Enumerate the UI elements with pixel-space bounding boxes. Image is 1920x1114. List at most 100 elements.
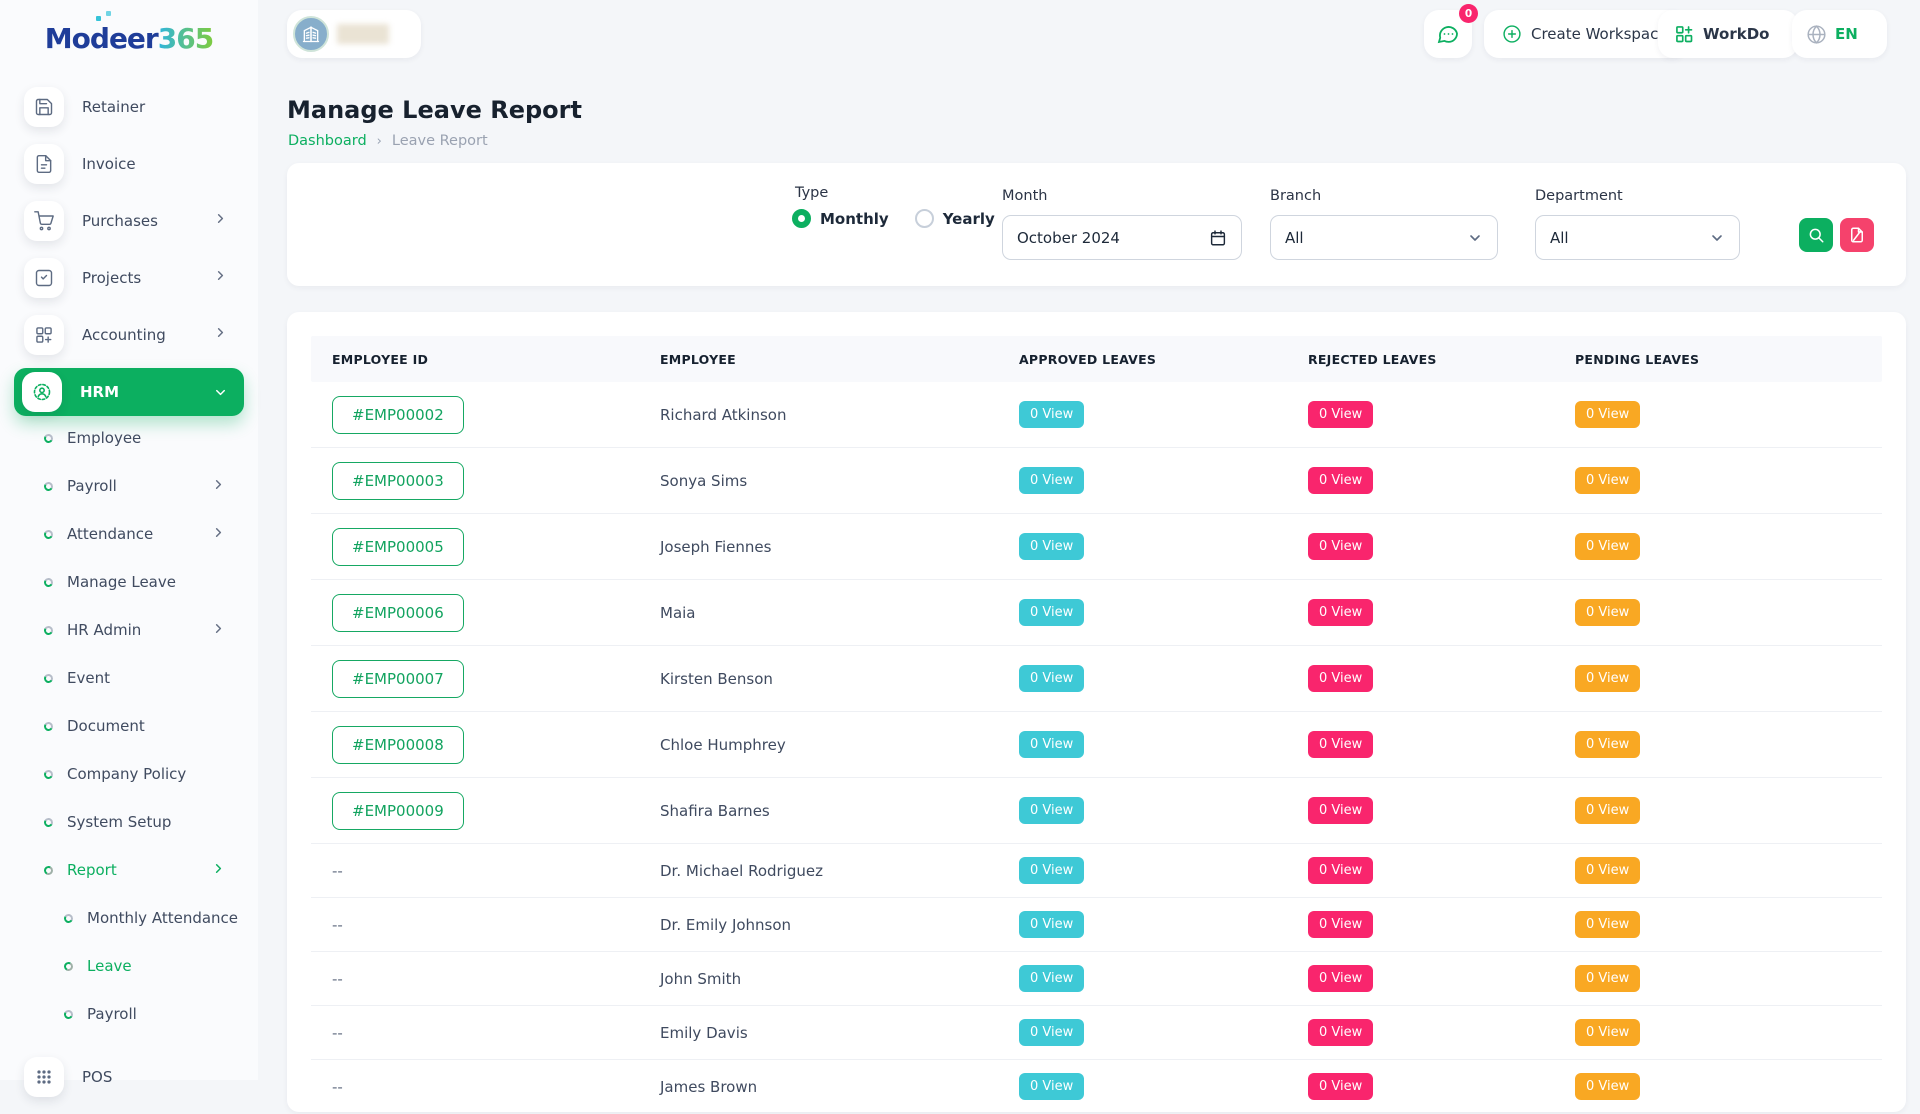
- type-label: Type: [795, 185, 828, 201]
- approved-leaves-badge[interactable]: 0 View: [1019, 533, 1084, 560]
- pending-leaves-cell: 0 View: [1554, 797, 1882, 824]
- approved-leaves-badge[interactable]: 0 View: [1019, 731, 1084, 758]
- pending-leaves-badge[interactable]: 0 View: [1575, 965, 1640, 992]
- pending-leaves-badge[interactable]: 0 View: [1575, 911, 1640, 938]
- approved-leaves-badge[interactable]: 0 View: [1019, 965, 1084, 992]
- breadcrumb-dashboard-link[interactable]: Dashboard: [288, 133, 367, 149]
- employee-name-cell: Dr. Michael Rodriguez: [639, 862, 998, 880]
- sidebar-item-retainer[interactable]: Retainer: [0, 78, 258, 135]
- create-workspace-button[interactable]: Create Workspace: [1484, 10, 1686, 58]
- approved-leaves-badge[interactable]: 0 View: [1019, 797, 1084, 824]
- radio-monthly[interactable]: Monthly: [792, 209, 889, 228]
- approved-leaves-badge[interactable]: 0 View: [1019, 911, 1084, 938]
- rejected-leaves-badge[interactable]: 0 View: [1308, 797, 1373, 824]
- branch-select[interactable]: All: [1270, 215, 1498, 260]
- sidebar-item-projects[interactable]: Projects: [0, 249, 258, 306]
- sidebar-subitem-company-policy[interactable]: Company Policy: [0, 750, 258, 798]
- sidebar-subitem-document[interactable]: Document: [0, 702, 258, 750]
- workspace-selector[interactable]: [287, 10, 421, 58]
- sidebar-item-hrm[interactable]: HRM: [14, 368, 244, 416]
- type-radio-group: Monthly Yearly: [792, 209, 995, 228]
- rejected-leaves-badge[interactable]: 0 View: [1308, 965, 1373, 992]
- rejected-leaves-badge[interactable]: 0 View: [1308, 599, 1373, 626]
- submenu-bullet-icon: [43, 480, 54, 491]
- rejected-leaves-badge[interactable]: 0 View: [1308, 1073, 1373, 1100]
- reset-filter-button[interactable]: [1840, 218, 1874, 252]
- employee-id-chip[interactable]: #EMP00009: [332, 792, 464, 830]
- sidebar-subitem-report[interactable]: Report: [0, 846, 258, 894]
- rejected-leaves-badge[interactable]: 0 View: [1308, 401, 1373, 428]
- sidebar-subitem-label: HR Admin: [67, 621, 141, 639]
- rejected-leaves-badge[interactable]: 0 View: [1308, 731, 1373, 758]
- radio-yearly[interactable]: Yearly: [915, 209, 995, 228]
- brand-logo[interactable]: Modeer365: [0, 22, 258, 55]
- rejected-leaves-badge[interactable]: 0 View: [1308, 533, 1373, 560]
- pending-leaves-badge[interactable]: 0 View: [1575, 401, 1640, 428]
- employee-id-chip[interactable]: #EMP00002: [332, 396, 464, 434]
- employee-id-chip[interactable]: #EMP00005: [332, 528, 464, 566]
- approved-leaves-badge[interactable]: 0 View: [1019, 401, 1084, 428]
- approved-leaves-badge[interactable]: 0 View: [1019, 857, 1084, 884]
- pending-leaves-badge[interactable]: 0 View: [1575, 1019, 1640, 1046]
- workdo-label: WorkDo: [1703, 25, 1769, 43]
- department-select[interactable]: All: [1535, 215, 1740, 260]
- sidebar-subitem-attendance[interactable]: Attendance: [0, 510, 258, 558]
- sidebar-subitem-manage-leave[interactable]: Manage Leave: [0, 558, 258, 606]
- pending-leaves-badge[interactable]: 0 View: [1575, 467, 1640, 494]
- workspace-name-blurred: [337, 24, 389, 44]
- sidebar-item-accounting[interactable]: Accounting: [0, 306, 258, 363]
- cart-icon: [34, 211, 54, 231]
- sidebar-subitem-label: Payroll: [87, 1005, 137, 1023]
- approved-leaves-badge[interactable]: 0 View: [1019, 1019, 1084, 1046]
- employee-id-chip[interactable]: #EMP00006: [332, 594, 464, 632]
- chevron-right-icon: [213, 268, 228, 287]
- employee-id-chip[interactable]: #EMP00008: [332, 726, 464, 764]
- sidebar-item-label: Purchases: [82, 212, 158, 230]
- workdo-menu-button[interactable]: WorkDo: [1658, 10, 1798, 58]
- sidebar-item-invoice[interactable]: Invoice: [0, 135, 258, 192]
- column-header-rejected-leaves: REJECTED LEAVES: [1287, 352, 1554, 367]
- sidebar-subitem-payroll[interactable]: Payroll: [0, 990, 258, 1038]
- rejected-leaves-badge[interactable]: 0 View: [1308, 467, 1373, 494]
- pending-leaves-badge[interactable]: 0 View: [1575, 533, 1640, 560]
- pending-leaves-badge[interactable]: 0 View: [1575, 731, 1640, 758]
- employee-id-chip[interactable]: #EMP00003: [332, 462, 464, 500]
- sidebar-subitem-label: Monthly Attendance: [87, 909, 238, 927]
- language-selector[interactable]: EN: [1792, 10, 1887, 58]
- rejected-leaves-badge[interactable]: 0 View: [1308, 665, 1373, 692]
- pending-leaves-badge[interactable]: 0 View: [1575, 1073, 1640, 1100]
- messenger-button[interactable]: 0: [1424, 10, 1472, 58]
- sidebar-subitem-hr-admin[interactable]: HR Admin: [0, 606, 258, 654]
- month-input[interactable]: October 2024: [1002, 215, 1242, 260]
- pending-leaves-cell: 0 View: [1554, 467, 1882, 494]
- approved-leaves-badge[interactable]: 0 View: [1019, 1073, 1084, 1100]
- pending-leaves-badge[interactable]: 0 View: [1575, 857, 1640, 884]
- sidebar-subitem-event[interactable]: Event: [0, 654, 258, 702]
- sidebar-subitem-monthly-attendance[interactable]: Monthly Attendance: [0, 894, 258, 942]
- employee-id-chip[interactable]: #EMP00007: [332, 660, 464, 698]
- calendar-icon: [1209, 229, 1227, 247]
- pending-leaves-cell: 0 View: [1554, 1073, 1882, 1100]
- pending-leaves-badge[interactable]: 0 View: [1575, 797, 1640, 824]
- sidebar-subitem-system-setup[interactable]: System Setup: [0, 798, 258, 846]
- column-header-employee: EMPLOYEE: [639, 352, 998, 367]
- sidebar-subitem-leave[interactable]: Leave: [0, 942, 258, 990]
- table-row: --Dr. Michael Rodriguez0 View0 View0 Vie…: [311, 844, 1882, 898]
- approved-leaves-badge[interactable]: 0 View: [1019, 467, 1084, 494]
- rejected-leaves-badge[interactable]: 0 View: [1308, 1019, 1373, 1046]
- sidebar-item-purchases[interactable]: Purchases: [0, 192, 258, 249]
- rejected-leaves-badge[interactable]: 0 View: [1308, 857, 1373, 884]
- hrm-icon-box: [22, 372, 62, 412]
- apply-filter-button[interactable]: [1799, 218, 1833, 252]
- sidebar-item-pos[interactable]: POS: [0, 1048, 112, 1105]
- pending-leaves-badge[interactable]: 0 View: [1575, 665, 1640, 692]
- approved-leaves-badge[interactable]: 0 View: [1019, 599, 1084, 626]
- rejected-leaves-badge[interactable]: 0 View: [1308, 911, 1373, 938]
- rejected-leaves-cell: 0 View: [1287, 1019, 1554, 1046]
- sidebar-subitem-employee[interactable]: Employee: [0, 414, 258, 462]
- search-icon: [1807, 226, 1825, 244]
- sidebar-subitem-payroll[interactable]: Payroll: [0, 462, 258, 510]
- pending-leaves-badge[interactable]: 0 View: [1575, 599, 1640, 626]
- sidebar-menu: RetainerInvoice Purchases ProjectsAccounti…: [0, 78, 258, 420]
- approved-leaves-badge[interactable]: 0 View: [1019, 665, 1084, 692]
